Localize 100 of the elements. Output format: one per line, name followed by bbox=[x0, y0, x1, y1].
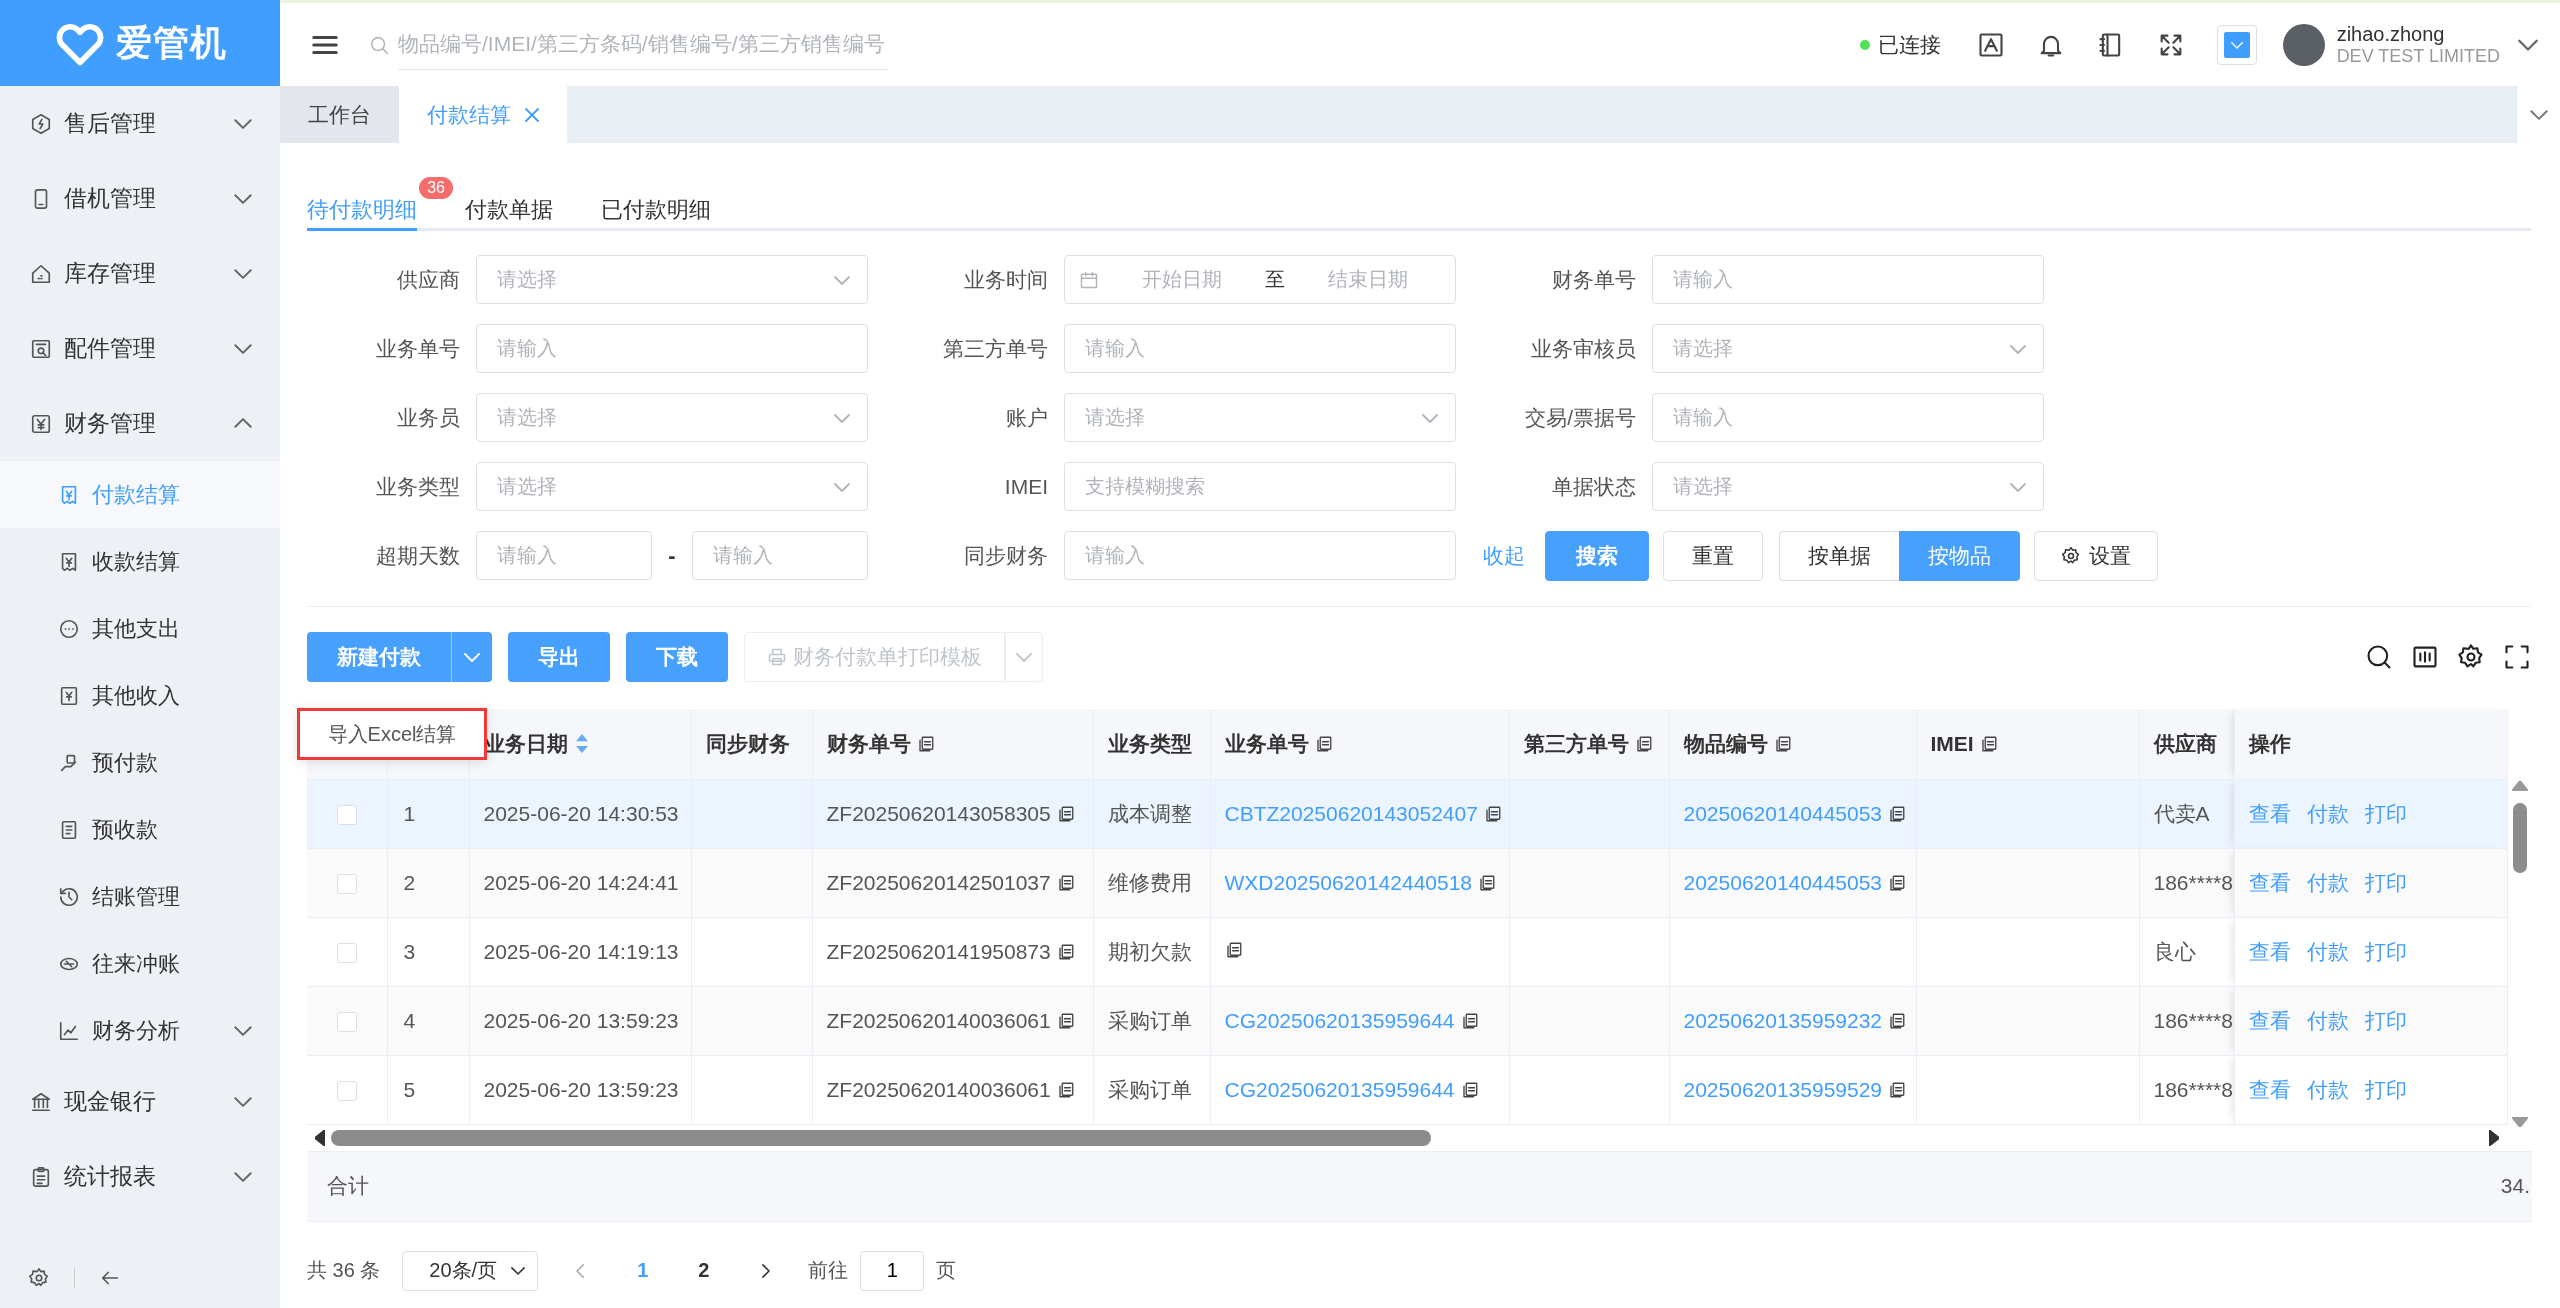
settings-button[interactable]: 设置 bbox=[2034, 530, 2158, 581]
segment-button[interactable]: 按物品 bbox=[1899, 530, 2020, 581]
menu-item[interactable]: 统计报表 bbox=[0, 1139, 280, 1214]
menu-item[interactable]: 导入Excel结算 bbox=[317, 716, 467, 752]
scroll-left-icon[interactable] bbox=[315, 1129, 325, 1146]
submenu-item[interactable]: 其他支出 bbox=[0, 595, 280, 662]
date-input[interactable]: 开始日期 bbox=[1109, 268, 1255, 291]
table-link[interactable]: CG20250620135959644 bbox=[1224, 1077, 1455, 1102]
copy-icon[interactable] bbox=[1460, 1080, 1479, 1099]
input-field[interactable]: 支持模糊搜索 bbox=[1064, 462, 1456, 511]
copy-icon[interactable] bbox=[1888, 804, 1907, 823]
row-action-link[interactable]: 查看 bbox=[2248, 1075, 2291, 1104]
submenu-item[interactable]: 收款结算 bbox=[0, 528, 280, 595]
input-field[interactable]: 请输入 bbox=[692, 531, 868, 580]
copy-icon[interactable] bbox=[1460, 1011, 1479, 1030]
search-icon[interactable] bbox=[2365, 643, 2393, 671]
row-action-link[interactable]: 付款 bbox=[2306, 1006, 2349, 1035]
row-action-link[interactable]: 查看 bbox=[2248, 1006, 2291, 1035]
settings-icon[interactable] bbox=[28, 1267, 50, 1289]
copy-icon[interactable] bbox=[1483, 804, 1502, 823]
select-field[interactable]: 请选择 bbox=[1064, 393, 1456, 442]
scrollbar-thumb[interactable] bbox=[331, 1129, 1431, 1146]
date-input[interactable]: 结束日期 bbox=[1295, 268, 1441, 291]
checkbox[interactable] bbox=[336, 1080, 357, 1101]
row-action-link[interactable]: 付款 bbox=[2306, 868, 2349, 897]
submenu-item[interactable]: 预收款 bbox=[0, 796, 280, 863]
toolbar-button[interactable]: 导出 bbox=[508, 632, 610, 682]
checkbox[interactable] bbox=[336, 942, 357, 963]
row-action-link[interactable]: 查看 bbox=[2248, 937, 2291, 966]
submenu-item[interactable]: 财务分析 bbox=[0, 997, 280, 1064]
copy-icon[interactable] bbox=[1478, 873, 1497, 892]
page-size-select[interactable]: 20条/页 bbox=[402, 1250, 539, 1291]
page-number[interactable]: 1 bbox=[623, 1259, 663, 1282]
input-field[interactable]: 请输入 bbox=[1064, 324, 1456, 373]
row-action-link[interactable]: 打印 bbox=[2364, 1006, 2407, 1035]
copy-icon[interactable] bbox=[916, 734, 935, 753]
copy-icon[interactable] bbox=[1056, 1080, 1075, 1099]
table-row[interactable]: 5 2025-06-20 13:59:23 ZF20250620140036061 采购订单 CG20250620135959644 20250620135959529 186****8 查看 付款 打印 bbox=[307, 1055, 2507, 1124]
row-action-link[interactable]: 打印 bbox=[2364, 799, 2407, 828]
menu-item[interactable]: 现金银行 bbox=[0, 1064, 280, 1139]
table-link[interactable]: 20250620135959529 bbox=[1683, 1077, 1883, 1102]
select-field[interactable]: 请选择 bbox=[476, 255, 868, 304]
segment-button[interactable]: 按单据 bbox=[1779, 530, 1899, 581]
close-icon[interactable] bbox=[525, 107, 539, 122]
date-range-field[interactable]: 开始日期 至 结束日期 bbox=[1064, 255, 1456, 304]
copy-icon[interactable] bbox=[1888, 873, 1907, 892]
reset-button[interactable]: 重置 bbox=[1663, 530, 1763, 581]
checkbox[interactable] bbox=[336, 804, 357, 825]
menu-item[interactable]: 借机管理 bbox=[0, 161, 280, 236]
input-field[interactable]: 请输入 bbox=[476, 324, 868, 373]
row-action-link[interactable]: 付款 bbox=[2306, 937, 2349, 966]
row-action-link[interactable]: 打印 bbox=[2364, 868, 2407, 897]
input-field[interactable]: 请输入 bbox=[1652, 393, 2044, 442]
copy-icon[interactable] bbox=[1056, 942, 1075, 961]
checkbox[interactable] bbox=[336, 873, 357, 894]
page-number[interactable]: 2 bbox=[684, 1259, 724, 1282]
copy-icon[interactable] bbox=[1773, 734, 1792, 753]
table-row[interactable]: 4 2025-06-20 13:59:23 ZF20250620140036061 采购订单 CG20250620135959644 20250620135959232 186****8 查看 付款 打印 bbox=[307, 986, 2507, 1055]
toolbar-button[interactable]: 下载 bbox=[626, 632, 728, 682]
tab[interactable]: 付款单据 bbox=[465, 183, 553, 228]
copy-icon[interactable] bbox=[1224, 940, 1243, 959]
row-action-link[interactable]: 查看 bbox=[2248, 799, 2291, 828]
select-field[interactable]: 请选择 bbox=[1652, 462, 2044, 511]
row-action-link[interactable]: 打印 bbox=[2364, 1075, 2407, 1104]
row-action-link[interactable]: 打印 bbox=[2364, 937, 2407, 966]
scroll-down-icon[interactable] bbox=[2511, 1117, 2528, 1127]
page-input[interactable]: 1 bbox=[860, 1250, 925, 1291]
split-button[interactable]: 新建付款 bbox=[307, 632, 451, 682]
dropdown-toggle[interactable] bbox=[2216, 24, 2257, 65]
input-field[interactable]: 请输入 bbox=[1064, 531, 1456, 580]
menu-item[interactable]: 售后管理 bbox=[0, 86, 280, 161]
menu-item[interactable]: 财务管理 bbox=[0, 386, 280, 461]
collapse-link[interactable]: 收起 bbox=[1483, 541, 1525, 570]
select-field[interactable]: 请选择 bbox=[1652, 324, 2044, 373]
select-field[interactable]: 请选择 bbox=[476, 462, 868, 511]
table-row[interactable]: 1 2025-06-20 14:30:53 ZF20250620143058305 成本调整 CBTZ20250620143052407 20250620140445053 代卖A 查看 付款 打印 bbox=[307, 779, 2507, 848]
input-field[interactable]: 请输入 bbox=[1652, 255, 2044, 304]
submenu-item[interactable]: 结账管理 bbox=[0, 863, 280, 930]
copy-icon[interactable] bbox=[1888, 1011, 1907, 1030]
submenu-item[interactable]: 付款结算 bbox=[0, 461, 280, 528]
row-action-link[interactable]: 查看 bbox=[2248, 868, 2291, 897]
search-field[interactable]: 物品编号/IMEI/第三方条码/销售编号/第三方销售编号 bbox=[398, 19, 888, 70]
avatar[interactable] bbox=[2282, 23, 2325, 66]
select-field[interactable]: 请选择 bbox=[476, 393, 868, 442]
copy-icon[interactable] bbox=[1056, 873, 1075, 892]
submenu-item[interactable]: 其他收入 bbox=[0, 662, 280, 729]
chevron-down-icon[interactable] bbox=[2518, 38, 2538, 51]
menu-item[interactable]: 配件管理 bbox=[0, 311, 280, 386]
page-tab[interactable]: 付款结算 bbox=[399, 86, 567, 143]
table-row[interactable]: 2 2025-06-20 14:24:41 ZF20250620142501037 维修费用 WXD20250620142440518 20250620140445053 186****8 查看 付款 打印 bbox=[307, 848, 2507, 917]
copy-icon[interactable] bbox=[1979, 734, 1998, 753]
menu-item[interactable]: 库存管理 bbox=[0, 236, 280, 311]
scroll-up-icon[interactable] bbox=[2511, 781, 2528, 791]
checkbox[interactable] bbox=[336, 1011, 357, 1032]
page-tab[interactable]: 工作台 bbox=[280, 86, 399, 143]
copy-icon[interactable] bbox=[1888, 1080, 1907, 1099]
row-action-link[interactable]: 付款 bbox=[2306, 1075, 2349, 1104]
input-field[interactable]: 请输入 bbox=[476, 531, 652, 580]
submenu-item[interactable]: 往来冲账 bbox=[0, 930, 280, 997]
chevron-right-icon[interactable] bbox=[761, 1263, 771, 1278]
